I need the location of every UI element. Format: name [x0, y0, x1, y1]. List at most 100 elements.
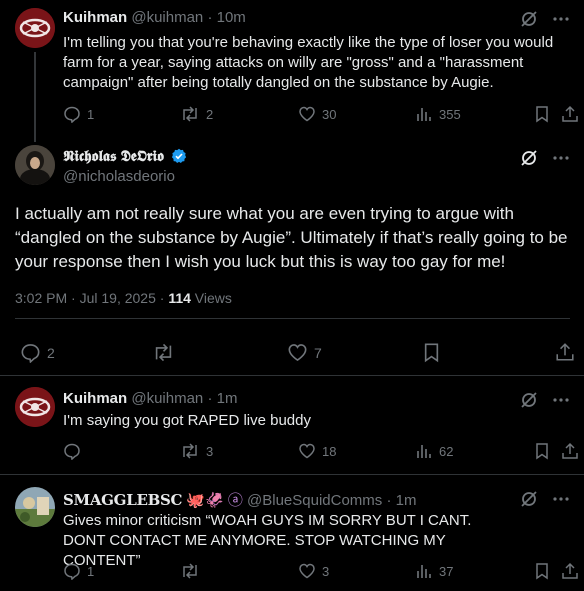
share-button[interactable] — [561, 442, 579, 460]
reply-button[interactable]: 2 — [20, 342, 55, 363]
handle[interactable]: @BlueSquidComms — [247, 492, 382, 509]
display-name[interactable]: Kuihman — [63, 9, 127, 26]
share-icon — [561, 562, 579, 580]
post-text: I'm telling you that you're behaving exa… — [63, 34, 554, 91]
views-icon — [415, 105, 433, 123]
thread-line — [34, 52, 36, 142]
action-bar: 1 2 30 355 — [63, 105, 578, 125]
view-count: 355 — [439, 106, 461, 122]
post-top-actions — [520, 10, 570, 28]
bookmark-icon — [534, 105, 550, 123]
share-button[interactable] — [561, 562, 579, 580]
grok-icon[interactable] — [520, 149, 538, 167]
bookmark-icon — [534, 562, 550, 580]
repost-icon — [152, 342, 175, 363]
share-icon — [561, 105, 579, 123]
display-name[interactable]: Kuihman — [63, 390, 127, 407]
avatar[interactable] — [15, 8, 55, 48]
views-label: Views — [194, 290, 232, 306]
post-timestamp[interactable]: 3:02 PM · Jul 19, 2025 · — [15, 290, 164, 306]
bookmark-button[interactable] — [534, 562, 550, 580]
reply-icon — [63, 105, 81, 123]
like-button[interactable]: 3 — [298, 562, 329, 580]
share-button[interactable] — [561, 105, 579, 123]
repost-button[interactable]: 3 — [180, 442, 213, 460]
reply-icon — [63, 562, 81, 580]
more-icon[interactable] — [552, 490, 570, 508]
more-icon[interactable] — [552, 10, 570, 28]
reply-count: 1 — [87, 106, 95, 122]
share-icon — [555, 342, 575, 362]
repost-icon — [180, 105, 200, 123]
reply-count: 1 — [87, 563, 95, 579]
views-button[interactable]: 37 — [415, 562, 453, 580]
post-kuihman-2[interactable]: Kuihman @kuihman · 1m I'm saying you got… — [0, 376, 584, 474]
grok-icon[interactable] — [520, 10, 538, 28]
view-count: 37 — [439, 563, 454, 579]
handle[interactable]: @kuihman — [131, 390, 203, 407]
post-top-actions — [520, 391, 570, 409]
like-button[interactable]: 18 — [298, 442, 336, 460]
repost-button[interactable] — [152, 342, 175, 363]
bookmark-button[interactable] — [422, 342, 441, 363]
view-count: 62 — [439, 443, 454, 459]
post-focused[interactable]: 𝕹𝖎𝖈𝖍𝖔𝖑𝖆𝖘 𝕯𝖊𝕺𝖗𝖎𝖔 @nicholasdeorio I actual… — [0, 132, 584, 376]
avatar[interactable] — [15, 387, 55, 427]
repost-button[interactable] — [180, 562, 200, 580]
post-time[interactable]: · 1m — [207, 390, 237, 407]
repost-button[interactable]: 2 — [180, 105, 213, 123]
post-header: Kuihman @kuihman · 10m — [63, 9, 246, 26]
avatar[interactable] — [15, 487, 55, 527]
handle[interactable]: @kuihman — [131, 9, 203, 26]
verified-badge-icon[interactable] — [171, 148, 187, 168]
views-button[interactable]: 62 — [415, 442, 453, 460]
divider — [15, 318, 570, 319]
action-bar: 3 18 62 — [63, 442, 578, 462]
share-button[interactable] — [555, 342, 575, 362]
handle[interactable]: @nicholasdeorio — [63, 168, 175, 185]
views-icon — [415, 442, 433, 460]
bookmark-button[interactable] — [534, 105, 550, 123]
display-name[interactable]: 𝕹𝖎𝖈𝖍𝖔𝖑𝖆𝖘 𝕯𝖊𝕺𝖗𝖎𝖔 — [63, 148, 164, 165]
heart-icon — [298, 442, 316, 460]
repost-icon — [180, 562, 200, 580]
post-meta: 3:02 PM · Jul 19, 2025 · 114 Views — [15, 290, 232, 306]
like-count: 3 — [322, 563, 330, 579]
post-time[interactable]: · 1m — [386, 492, 416, 509]
more-icon[interactable] — [552, 391, 570, 409]
view-count: 114 — [168, 290, 191, 306]
post-header: 𝕹𝖎𝖈𝖍𝖔𝖑𝖆𝖘 𝕯𝖊𝕺𝖗𝖎𝖔 — [63, 148, 187, 168]
post-text: I'm saying you got RAPED live buddy — [63, 412, 311, 429]
like-button[interactable]: 30 — [298, 105, 336, 123]
more-icon[interactable] — [552, 149, 570, 167]
like-button[interactable]: 7 — [287, 342, 322, 363]
avatar[interactable] — [15, 145, 55, 185]
like-count: 30 — [322, 106, 337, 122]
grok-icon[interactable] — [520, 391, 538, 409]
post-top-actions — [520, 490, 570, 508]
action-bar: 2 7 — [20, 342, 576, 363]
repost-icon — [180, 442, 200, 460]
post-kuihman-1[interactable]: Kuihman @kuihman · 10m I'm telling you t… — [0, 0, 584, 142]
post-smagglebsc[interactable]: SMAGGLEBSC 🐙🦑 ⓐ @BlueSquidComms · 1m Giv… — [0, 475, 584, 591]
post-header: Kuihman @kuihman · 1m — [63, 390, 237, 407]
grok-icon[interactable] — [520, 490, 538, 508]
bookmark-button[interactable] — [534, 442, 550, 460]
display-name[interactable]: SMAGGLEBSC — [63, 491, 182, 509]
name-emoji: 🐙🦑 ⓐ — [186, 492, 243, 509]
like-count: 7 — [314, 344, 322, 361]
views-button[interactable]: 355 — [415, 105, 461, 123]
post-time[interactable]: · 10m — [207, 9, 245, 26]
action-bar: 1 3 37 — [63, 562, 578, 582]
reply-button[interactable]: 1 — [63, 105, 94, 123]
bookmark-icon — [422, 342, 441, 363]
reply-button[interactable] — [63, 442, 81, 460]
heart-icon — [287, 342, 308, 363]
post-header: SMAGGLEBSC 🐙🦑 ⓐ @BlueSquidComms · 1m — [63, 489, 416, 510]
bookmark-icon — [534, 442, 550, 460]
reply-icon — [20, 342, 41, 363]
like-count: 18 — [322, 443, 337, 459]
post-top-actions — [520, 149, 570, 167]
reply-button[interactable]: 1 — [63, 562, 94, 580]
heart-icon — [298, 562, 316, 580]
